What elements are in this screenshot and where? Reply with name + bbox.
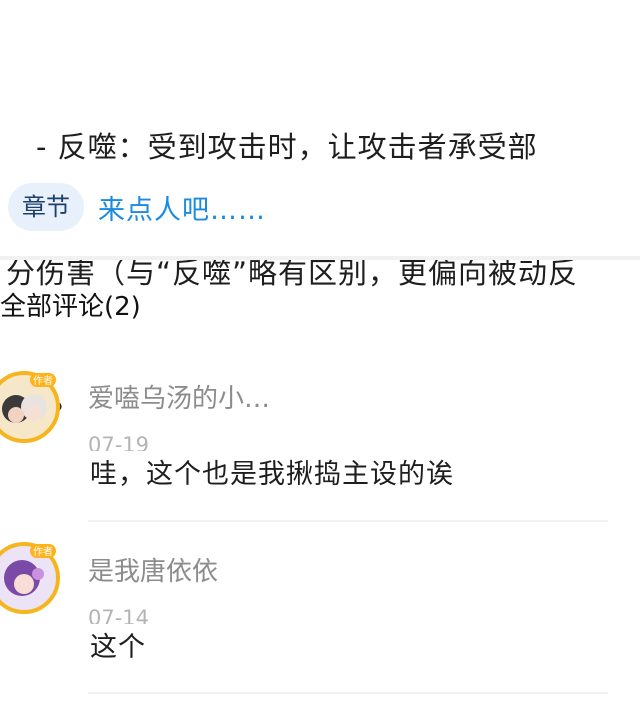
page: - 反噬：受到攻击时，让攻击者承受部 分伤害（与“反噬”略有区别，更偏向被动反 … [0,0,640,708]
chapter-badge[interactable]: 章节 [8,183,84,231]
chapter-row: 章节 来点人吧…… [8,183,266,231]
comment-divider [88,692,608,694]
comment-username[interactable]: 爱嗑乌汤的小… [88,381,270,417]
avatar[interactable]: 作者 [0,367,62,443]
comment-date: 07-19 [88,433,150,451]
section-divider [0,256,640,260]
comment-text: 哇，这个也是我揪捣主设的诶 [90,459,454,490]
author-badge-text: 作者 [33,546,53,558]
comments-title: 全部评论(2) [0,292,141,322]
comment-text: 这个 [90,632,146,663]
comment-date: 07-14 [88,606,150,624]
comment-divider [88,520,608,522]
article-line: - 反噬：受到攻击时，让攻击者承受部 [6,130,538,164]
chapter-link[interactable]: 来点人吧…… [98,188,266,227]
comment-username[interactable]: 是我唐依依 [88,554,218,590]
author-badge-text: 作者 [33,375,53,387]
avatar[interactable]: 作者 [0,538,62,614]
